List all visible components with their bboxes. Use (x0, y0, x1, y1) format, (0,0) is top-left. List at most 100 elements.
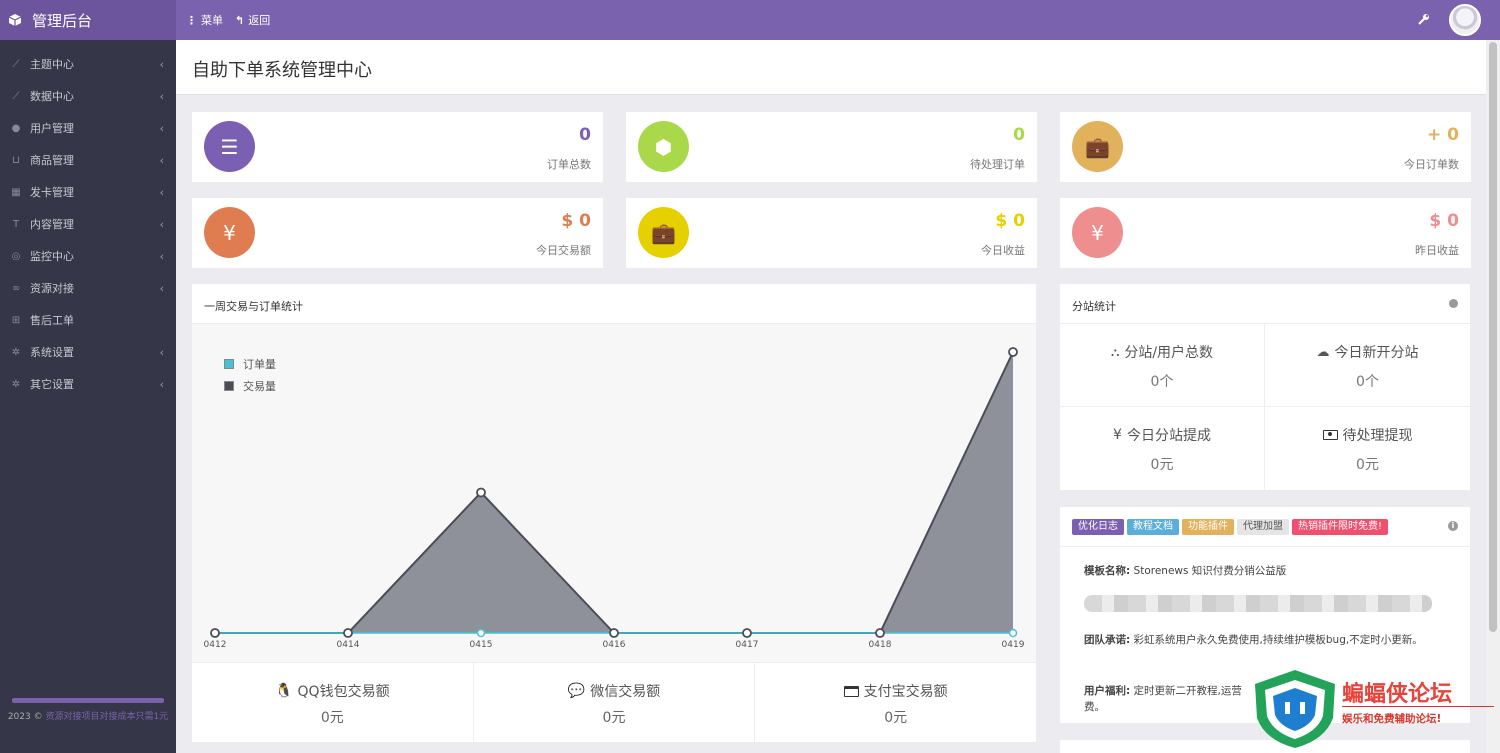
welfare-label: 用户福利: (1084, 685, 1131, 697)
team-value: 彩虹系统用户永久免费使用,持续维护模板bug,不定时小更新。 (1133, 634, 1423, 646)
stat-total-orders: ☰ 0 订单总数 (192, 112, 603, 182)
sidebar-item-4[interactable]: ▦ 发卡管理 ‹ (0, 176, 176, 208)
substation-label: 今日新开分站 (1334, 345, 1419, 361)
substation-total: ⛬ 分站/用户总数 0个 (1060, 324, 1265, 407)
info-tag-1[interactable]: 教程文档 (1127, 519, 1179, 535)
stat-value: $ 0 (1429, 211, 1459, 231)
chevron-left-icon: ‹ (159, 346, 164, 359)
footer-link[interactable]: 资源对接项目对接成本只需1元 (45, 712, 168, 722)
stat-label: 订单总数 (547, 158, 591, 171)
info-tag-4[interactable]: 热销插件限时免费! (1292, 519, 1389, 535)
sidebar-item-3[interactable]: ⊔ 商品管理 ‹ (0, 144, 176, 176)
footer-copyright: 2023 © (7, 712, 46, 722)
trade-point (1008, 347, 1018, 357)
sidebar-item-8[interactable]: ⊞ 售后工单 (0, 304, 176, 336)
stat-label: 昨日收益 (1415, 244, 1459, 257)
substation-pending-withdraw: 待处理提现 0元 (1265, 407, 1470, 490)
avatar[interactable] (1449, 4, 1481, 36)
link-icon: ∞ (11, 282, 21, 294)
ellipsis-vertical-icon: ⋮ (186, 13, 197, 27)
chevron-left-icon: ‹ (159, 90, 164, 103)
brand-title: 管理后台 (32, 11, 93, 30)
info-tag-0[interactable]: 优化日志 (1072, 519, 1124, 535)
x-tick-label: 0412 (204, 640, 227, 650)
sidebar-item-9[interactable]: ✲ 系统设置 ‹ (0, 336, 176, 368)
stat-value: $ 0 (995, 211, 1025, 231)
menu-label: 菜单 (201, 14, 223, 27)
legend-swatch-trades (224, 381, 234, 391)
substation-title-text: 分站统计 (1072, 300, 1116, 313)
status-dot-icon[interactable] (1449, 299, 1458, 308)
sidebar-item-label: 系统设置 (30, 346, 74, 359)
sidebar-item-6[interactable]: ◎ 监控中心 ‹ (0, 240, 176, 272)
payment-label: 微信交易额 (590, 684, 661, 700)
credit-card-icon (843, 685, 859, 697)
payment-label: QQ钱包交易额 (297, 684, 390, 700)
stat-today-income: 💼 $ 0 今日收益 (626, 198, 1037, 268)
legend-item-orders[interactable]: 订单量 (224, 353, 276, 375)
sidebar-item-0[interactable]: ⟋ 主题中心 ‹ (0, 48, 176, 80)
substation-label: 待处理提现 (1342, 428, 1413, 444)
vertical-scrollbar[interactable] (1486, 40, 1500, 753)
chevron-left-icon: ‹ (159, 250, 164, 263)
stat-value: $ 0 (561, 211, 591, 231)
chevron-left-icon: ‹ (159, 58, 164, 71)
menu-toggle-button[interactable]: ⋮ 菜单 (186, 12, 223, 28)
watermark-subtitle: 娱乐和免费辅助论坛! (1342, 713, 1442, 725)
cart-icon: ⊔ (12, 154, 20, 166)
scrollbar-thumb[interactable] (1489, 42, 1497, 632)
user-welfare-tail: 费。 (1084, 699, 1144, 715)
team-promise: 团队承诺: 彩虹系统用户永久免费使用,持续维护模板bug,不定时小更新。 (1084, 632, 1444, 648)
team-label: 团队承诺: (1084, 634, 1131, 646)
back-button[interactable]: ↰ 返回 (235, 12, 270, 28)
sitemap-icon: ⛬ (1110, 344, 1120, 359)
info-tag-2[interactable]: 功能插件 (1182, 519, 1234, 535)
brand[interactable]: 管理后台 (0, 0, 176, 40)
user-welfare: 用户福利: 定时更新二开教程,运营 (1084, 683, 1254, 699)
welfare-value: 定时更新二开教程,运营 (1133, 685, 1242, 697)
trade-area (215, 352, 1013, 633)
sidebar-item-10[interactable]: ✲ 其它设置 ‹ (0, 368, 176, 400)
sidebar-item-1[interactable]: ⟋ 数据中心 ‹ (0, 80, 176, 112)
sidebar-item-label: 资源对接 (30, 282, 74, 295)
substation-value: 0个 (1150, 374, 1174, 390)
substation-label: 分站/用户总数 (1124, 345, 1214, 361)
sidebar-item-label: 发卡管理 (30, 186, 74, 199)
legend-item-trades[interactable]: 交易量 (224, 375, 276, 397)
cloud-icon: ☁ (1316, 344, 1330, 360)
trade-order-chart: 0412 0414 0415 0416 0417 0418 0419 (204, 347, 1025, 650)
money-icon (1322, 430, 1338, 440)
payment-value: 0元 (884, 710, 908, 726)
trade-point (875, 628, 885, 638)
chart-area: 0412 0414 0415 0416 0417 0418 0419 (192, 324, 1036, 662)
payment-alipay: 支付宝交易额 0元 (755, 663, 1036, 742)
gears-icon: ✲ (11, 378, 21, 390)
list-icon: ☰ (204, 121, 255, 172)
cube-icon (8, 14, 22, 26)
sidebar-item-5[interactable]: T 内容管理 ‹ (0, 208, 176, 240)
user-icon: ● (11, 122, 21, 134)
wrench-icon[interactable] (1418, 13, 1430, 25)
sidebar-item-label: 内容管理 (30, 218, 74, 231)
chart-panel-title: 一周交易与订单统计 (192, 284, 1036, 324)
sidebar-item-7[interactable]: ∞ 资源对接 ‹ (0, 272, 176, 304)
info-circle-icon[interactable]: i (1448, 521, 1458, 531)
sidebar-item-label: 主题中心 (30, 58, 74, 71)
sidebar-item-label: 监控中心 (30, 250, 74, 263)
x-tick-label: 0416 (603, 640, 626, 650)
stat-label: 今日交易额 (536, 244, 591, 257)
payment-label: 支付宝交易额 (863, 684, 948, 700)
legend-label-orders: 订单量 (243, 358, 276, 371)
sidebar-item-2[interactable]: ● 用户管理 ‹ (0, 112, 176, 144)
welfare-tail: 费。 (1084, 701, 1105, 713)
substation-value: 0元 (1150, 457, 1174, 473)
yen-icon: ¥ (1113, 427, 1122, 443)
line-chart-icon: ⟋ (12, 58, 20, 70)
substation-label: 今日分站提成 (1126, 428, 1211, 444)
yen-icon: ¥ (1072, 207, 1123, 258)
legend-label-trades: 交易量 (243, 380, 276, 393)
info-tag-3[interactable]: 代理加盟 (1237, 519, 1289, 535)
sidebar: ⟋ 主题中心 ‹ ⟋ 数据中心 ‹ ● 用户管理 ‹ ⊔ 商品管理 ‹ ▦ 发卡管理 ‹ T 内容管理 ‹ ◎ 监控中… (0, 40, 176, 753)
chevron-left-icon: ‹ (159, 154, 164, 167)
substation-title: 分站统计 (1060, 284, 1470, 324)
